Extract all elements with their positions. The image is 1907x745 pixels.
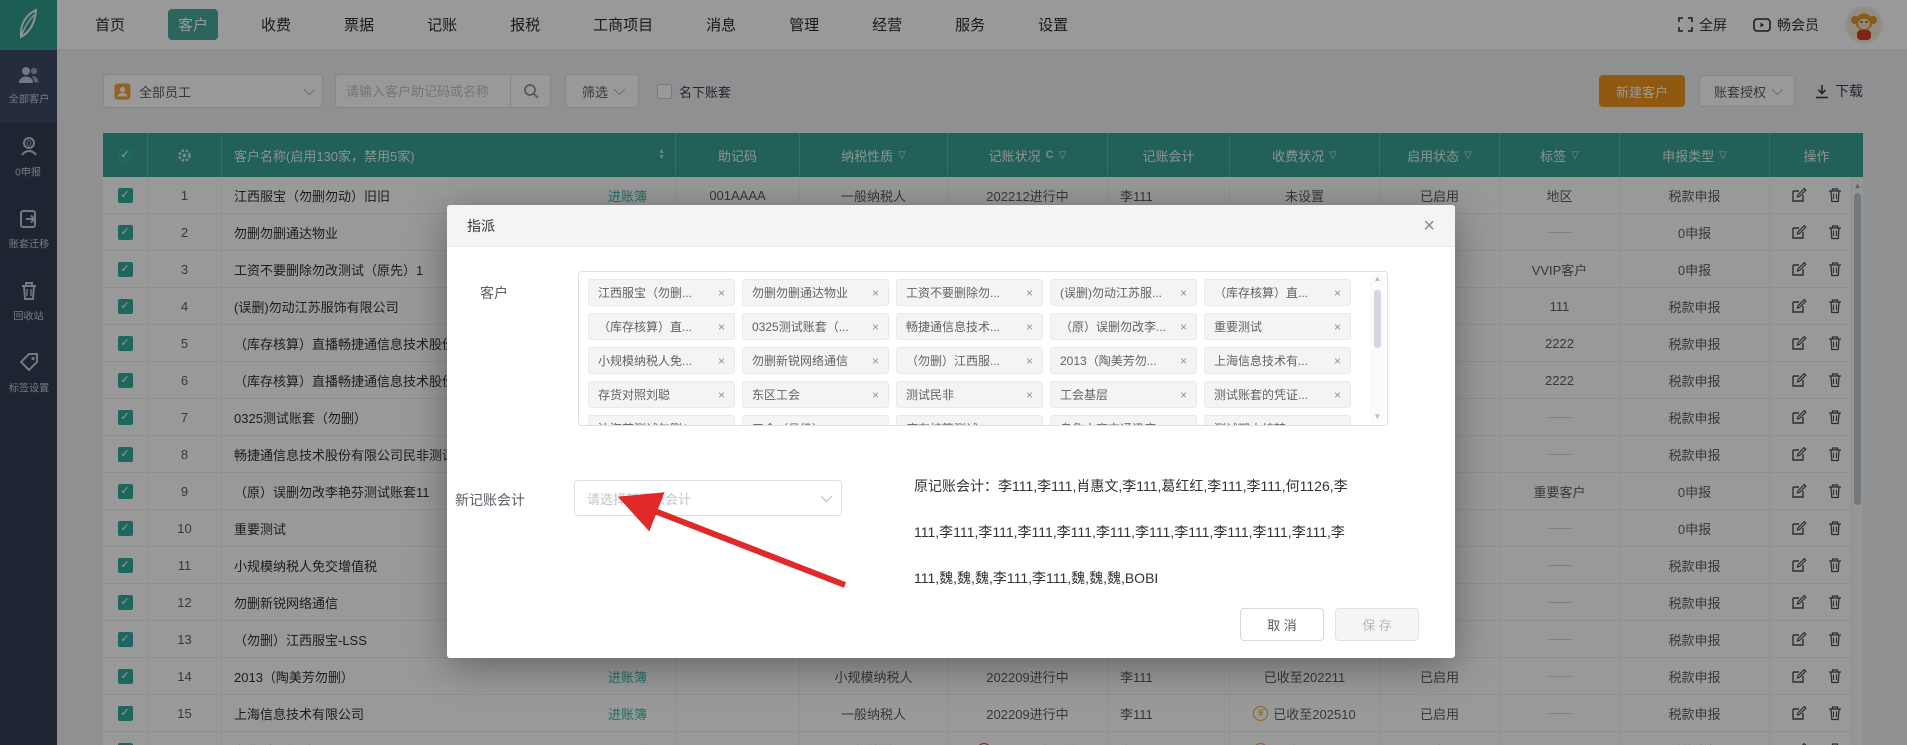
tag-label: 存货对照刘聪: [598, 386, 714, 403]
customer-tag-chip: （原）误删勿改李... ×: [1050, 313, 1197, 340]
customer-tag-chip: 测试期末结转 ×: [1204, 415, 1351, 426]
tag-remove-icon[interactable]: ×: [1180, 422, 1187, 427]
customer-tag-chip: 乌鲁木齐市通讯店 ×: [1050, 415, 1197, 426]
modal-header: 指派 ×: [447, 205, 1455, 247]
customer-tag-chip: 上海信息技术有... ×: [1204, 347, 1351, 374]
customer-tag-chip: 小规模纳税人免... ×: [588, 347, 735, 374]
tag-label: 0325测试账套（...: [752, 318, 868, 335]
customer-tag-chip: 工会基层 ×: [1050, 381, 1197, 408]
customer-tag-chip: 测试民非 ×: [896, 381, 1043, 408]
tag-remove-icon[interactable]: ×: [1026, 388, 1033, 402]
tag-label: (误删)勿动江苏服...: [1060, 284, 1176, 301]
tag-remove-icon[interactable]: ×: [1026, 422, 1033, 427]
customer-tag-chip: 勿删勿删通达物业 ×: [742, 279, 889, 306]
customer-tag-chip: 工会（县级） ×: [742, 415, 889, 426]
close-icon[interactable]: ×: [1423, 216, 1435, 236]
tag-remove-icon[interactable]: ×: [872, 354, 879, 368]
tag-label: （原）误删勿改李...: [1060, 318, 1176, 335]
tag-remove-icon[interactable]: ×: [718, 320, 725, 334]
tag-remove-icon[interactable]: ×: [1334, 354, 1341, 368]
scrollbar-thumb[interactable]: [1374, 290, 1381, 348]
customer-tag-chip: 存货对照刘聪 ×: [588, 381, 735, 408]
tag-label: （库存核算）直...: [598, 318, 714, 335]
tag-label: 小规模纳税人免...: [598, 352, 714, 369]
tag-label: 重要测试: [1214, 318, 1330, 335]
tag-label: 江西服宝（勿删...: [598, 284, 714, 301]
tag-remove-icon[interactable]: ×: [872, 286, 879, 300]
tag-label: 沈海英测试勿删1: [598, 420, 714, 426]
tag-remove-icon[interactable]: ×: [1334, 388, 1341, 402]
tag-remove-icon[interactable]: ×: [872, 320, 879, 334]
tag-remove-icon[interactable]: ×: [1026, 320, 1033, 334]
tag-remove-icon[interactable]: ×: [1334, 286, 1341, 300]
customer-field-label: 客户: [480, 283, 508, 303]
tag-remove-icon[interactable]: ×: [1180, 286, 1187, 300]
tag-remove-icon[interactable]: ×: [1334, 320, 1341, 334]
tag-label: （勿删）江西服...: [906, 352, 1022, 369]
customer-tag-chip: (误删)勿动江苏服... ×: [1050, 279, 1197, 306]
scroll-up-icon[interactable]: ▲: [1370, 274, 1385, 283]
modal-title: 指派: [467, 216, 495, 236]
tag-label: 2013（陶美芳勿...: [1060, 352, 1176, 369]
tag-label: 乌鲁木齐市通讯店: [1060, 420, 1176, 426]
customer-tag-chip: 勿删新锐网络通信 ×: [742, 347, 889, 374]
tag-remove-icon[interactable]: ×: [1026, 354, 1033, 368]
tag-remove-icon[interactable]: ×: [1180, 388, 1187, 402]
original-accountants-text: 原记账会计：李111,李111,肖惠文,李111,葛红红,李111,李111,何…: [914, 463, 1404, 601]
tag-remove-icon[interactable]: ×: [718, 388, 725, 402]
customer-tag-chip: （库存核算）直... ×: [1204, 279, 1351, 306]
tag-label: 库存核算测试: [906, 420, 1022, 426]
tags-scrollbar[interactable]: ▲ ▼: [1370, 274, 1385, 423]
customer-tag-chip: 沈海英测试勿删1 ×: [588, 415, 735, 426]
tag-remove-icon[interactable]: ×: [1334, 422, 1341, 427]
select-placeholder: 请选择新记账会计: [587, 489, 821, 508]
customer-tag-chip: 测试账套的凭证... ×: [1204, 381, 1351, 408]
tag-label: 工资不要删除勿...: [906, 284, 1022, 301]
tag-label: 东区工会: [752, 386, 868, 403]
customer-tag-chip: （勿删）江西服... ×: [896, 347, 1043, 374]
scroll-down-icon[interactable]: ▼: [1370, 412, 1385, 421]
cancel-button[interactable]: 取 消: [1240, 608, 1324, 641]
tag-remove-icon[interactable]: ×: [872, 422, 879, 427]
chevron-down-icon: [821, 491, 832, 502]
tag-remove-icon[interactable]: ×: [1180, 320, 1187, 334]
tag-label: 畅捷通信息技术...: [906, 318, 1022, 335]
customer-tag-chip: 库存核算测试 ×: [896, 415, 1043, 426]
tag-label: 测试账套的凭证...: [1214, 386, 1330, 403]
customer-tag-chip: 0325测试账套（... ×: [742, 313, 889, 340]
tag-label: （库存核算）直...: [1214, 284, 1330, 301]
tag-label: 勿删新锐网络通信: [752, 352, 868, 369]
tag-remove-icon[interactable]: ×: [718, 286, 725, 300]
customer-tags-box: 江西服宝（勿删... × 勿删勿删通达物业 × 工资不要删除勿... × (误删…: [578, 271, 1388, 426]
tag-remove-icon[interactable]: ×: [1026, 286, 1033, 300]
customer-tag-chip: 重要测试 ×: [1204, 313, 1351, 340]
tag-remove-icon[interactable]: ×: [1180, 354, 1187, 368]
tag-label: 勿删勿删通达物业: [752, 284, 868, 301]
customer-tag-chip: 东区工会 ×: [742, 381, 889, 408]
customer-tag-chip: （库存核算）直... ×: [588, 313, 735, 340]
assign-modal: 指派 × 客户 江西服宝（勿删... × 勿删勿删通达物业 × 工资不要删除勿.…: [447, 205, 1455, 658]
customer-tag-chip: 工资不要删除勿... ×: [896, 279, 1043, 306]
customer-tags: 江西服宝（勿删... × 勿删勿删通达物业 × 工资不要删除勿... × (误删…: [588, 279, 1361, 426]
tag-label: 工会基层: [1060, 386, 1176, 403]
tag-label: 工会（县级）: [752, 420, 868, 426]
customer-tag-chip: 江西服宝（勿删... ×: [588, 279, 735, 306]
new-accountant-select[interactable]: 请选择新记账会计: [574, 480, 842, 516]
tag-remove-icon[interactable]: ×: [718, 354, 725, 368]
new-accountant-label: 新记账会计: [455, 490, 525, 510]
customer-tag-chip: 2013（陶美芳勿... ×: [1050, 347, 1197, 374]
tag-label: 上海信息技术有...: [1214, 352, 1330, 369]
customer-tag-chip: 畅捷通信息技术... ×: [896, 313, 1043, 340]
tag-label: 测试期末结转: [1214, 420, 1330, 426]
tag-remove-icon[interactable]: ×: [872, 388, 879, 402]
save-button[interactable]: 保 存: [1335, 608, 1419, 641]
tag-remove-icon[interactable]: ×: [718, 422, 725, 427]
tag-label: 测试民非: [906, 386, 1022, 403]
